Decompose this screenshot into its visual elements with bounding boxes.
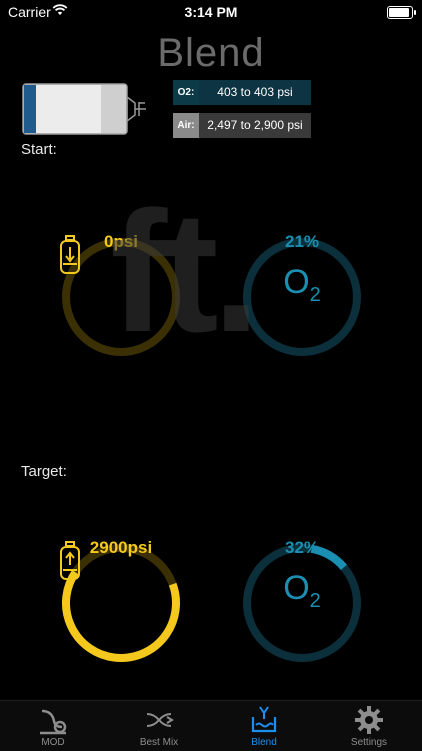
target-label: Target:	[21, 463, 67, 480]
air-range-value: 2,497 to 2,900 psi	[199, 113, 311, 138]
o2-symbol: O2	[283, 569, 321, 612]
tab-settings[interactable]: Settings	[316, 701, 422, 751]
tab-label: Settings	[350, 737, 388, 748]
o2-symbol: O2	[283, 263, 321, 306]
start-o2-gauge[interactable]: 21% O2	[240, 232, 364, 359]
start-o2-value: 21%	[284, 232, 320, 251]
gauge-fill	[62, 570, 180, 662]
blend-icon	[251, 706, 277, 733]
tab-best-mix[interactable]: Best Mix	[106, 701, 212, 751]
o2-range-value: 403 to 403 psi	[199, 80, 311, 105]
cylinder-icon	[60, 541, 80, 580]
tab-blend[interactable]: Blend	[211, 701, 317, 751]
best-mix-icon	[146, 713, 174, 727]
air-tag: Air:	[173, 113, 199, 138]
tab-label: Best Mix	[139, 737, 179, 748]
target-pressure-gauge[interactable]: 2900psi	[59, 538, 183, 665]
tab-label: Blend	[251, 737, 277, 748]
status-time: 3:14 PM	[184, 4, 238, 20]
cylinder-icon	[60, 235, 80, 274]
feet-watermark: ft.	[110, 176, 260, 368]
start-label: Start:	[21, 141, 57, 158]
air-fill-range: Air: 2,497 to 2,900 psi	[173, 113, 311, 138]
tab-label: MOD	[41, 737, 65, 748]
target-o2-value: 32%	[284, 538, 320, 557]
tank-icon	[22, 83, 146, 135]
gear-icon	[355, 706, 383, 734]
battery-icon	[387, 6, 416, 19]
o2-tag: O2:	[173, 80, 199, 105]
status-bar: Carrier 3:14 PM	[0, 0, 422, 24]
mod-icon	[40, 709, 67, 735]
target-o2-gauge[interactable]: 32% O2	[240, 538, 364, 665]
o2-fill-range: O2: 403 to 403 psi	[173, 80, 311, 105]
tab-bar: MOD Best Mix Blend Settings	[0, 700, 422, 751]
page-title: Blend	[157, 31, 265, 75]
tab-mod[interactable]: MOD	[0, 701, 106, 751]
